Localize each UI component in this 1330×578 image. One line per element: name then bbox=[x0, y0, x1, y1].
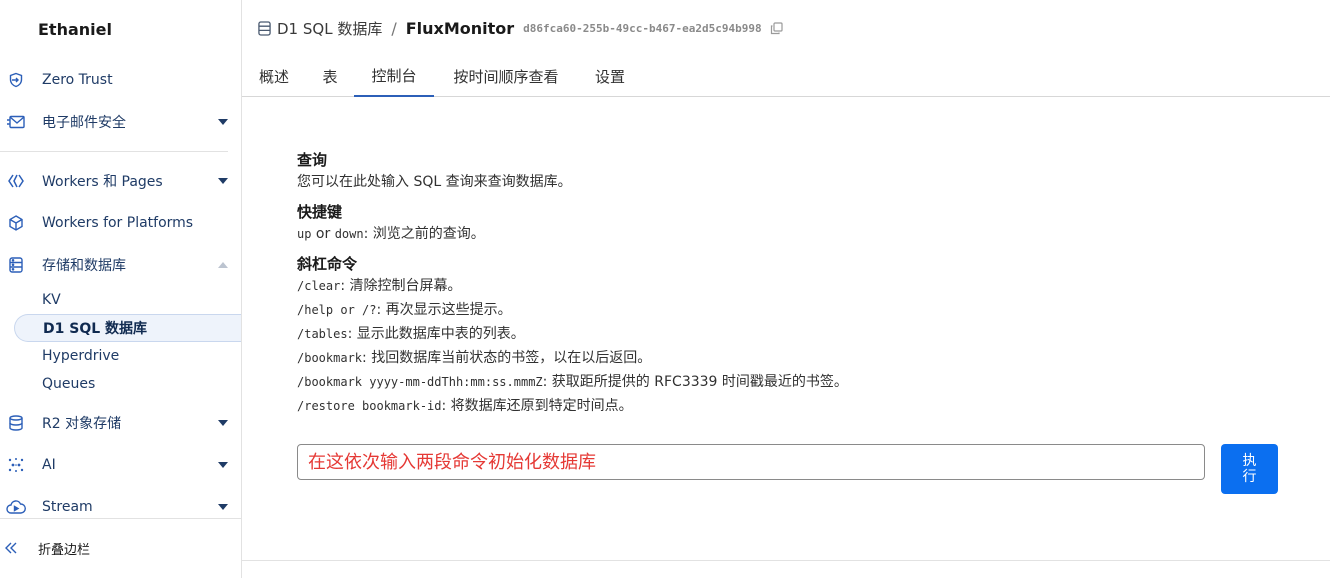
page-title: FluxMonitor bbox=[405, 18, 515, 38]
shortcut-or: or bbox=[311, 226, 335, 242]
shortcut-description: up or down: 浏览之前的查询。 bbox=[297, 222, 1277, 246]
command-desc: : 再次显示这些提示。 bbox=[376, 302, 512, 318]
breadcrumb-parent-link[interactable]: D1 SQL 数据库 bbox=[277, 18, 382, 39]
chevron-down-icon bbox=[218, 178, 228, 184]
shortcut-down: down bbox=[334, 227, 364, 241]
tab-settings[interactable]: 设置 bbox=[594, 56, 626, 97]
zero-trust-icon bbox=[6, 70, 26, 90]
sidebar-item-label: 电子邮件安全 bbox=[42, 115, 126, 131]
sidebar-item-ai[interactable]: AI bbox=[0, 447, 241, 483]
ai-sparkle-icon bbox=[6, 455, 26, 475]
tab-bar: 概述 表 控制台 按时间顺序查看 设置 bbox=[242, 56, 1330, 97]
sidebar-item-label: 存储和数据库 bbox=[42, 258, 126, 274]
copy-icon[interactable] bbox=[770, 21, 783, 35]
command-desc: : 显示此数据库中表的列表。 bbox=[347, 326, 525, 342]
run-query-button[interactable]: 执行 bbox=[1221, 444, 1278, 494]
sidebar-item-storage[interactable]: 存储和数据库 bbox=[0, 247, 241, 283]
command-desc: : 清除控制台屏幕。 bbox=[340, 278, 462, 294]
workers-icon bbox=[6, 171, 26, 191]
tab-console[interactable]: 控制台 bbox=[354, 56, 434, 97]
chevron-down-icon bbox=[218, 119, 228, 125]
sidebar-item-label: Zero Trust bbox=[42, 72, 113, 88]
sidebar: Ethaniel Zero Trust 电子邮件安全 Workers 和 Pag… bbox=[0, 0, 242, 578]
command-name: /tables bbox=[297, 327, 348, 341]
command-row: /tables: 显示此数据库中表的列表。 bbox=[297, 322, 1277, 346]
sidebar-item-workers-platforms[interactable]: Workers for Platforms bbox=[0, 205, 241, 241]
account-name[interactable]: Ethaniel bbox=[38, 20, 112, 39]
command-name: /help or /? bbox=[297, 303, 377, 317]
double-chevron-left-icon bbox=[4, 539, 18, 558]
database-icon bbox=[258, 20, 271, 36]
query-heading: 查询 bbox=[297, 151, 328, 169]
breadcrumb: D1 SQL 数据库 / FluxMonitor d86fca60-255b-4… bbox=[258, 17, 783, 39]
command-row: /bookmark: 找回数据库当前状态的书签，以在以后返回。 bbox=[297, 346, 1277, 370]
sidebar-subitem-queues[interactable]: Queues bbox=[14, 370, 241, 398]
tab-overview[interactable]: 概述 bbox=[258, 56, 290, 97]
collapse-sidebar-label: 折叠边栏 bbox=[38, 543, 91, 558]
chevron-down-icon bbox=[218, 420, 228, 426]
sidebar-item-zero-trust[interactable]: Zero Trust bbox=[0, 62, 241, 98]
shortcut-heading: 快捷键 bbox=[297, 203, 343, 221]
sidebar-item-email-security[interactable]: 电子邮件安全 bbox=[0, 104, 241, 140]
sidebar-item-r2[interactable]: R2 对象存储 bbox=[0, 405, 241, 441]
tab-tables[interactable]: 表 bbox=[321, 56, 339, 97]
sidebar-subitem-hyperdrive[interactable]: Hyperdrive bbox=[14, 342, 241, 370]
command-row: /clear: 清除控制台屏幕。 bbox=[297, 274, 1277, 298]
cube-icon bbox=[6, 213, 26, 233]
sidebar-divider bbox=[0, 151, 228, 152]
sidebar-item-label: R2 对象存储 bbox=[42, 416, 122, 432]
bucket-icon bbox=[6, 413, 26, 433]
email-icon bbox=[6, 112, 26, 132]
database-id: d86fca60-255b-49cc-b467-ea2d5c94b998 bbox=[523, 21, 762, 35]
command-desc: : 找回数据库当前状态的书签，以在以后返回。 bbox=[362, 350, 652, 366]
tab-time-travel[interactable]: 按时间顺序查看 bbox=[450, 56, 562, 97]
collapse-sidebar-button[interactable]: 折叠边栏 bbox=[0, 518, 241, 578]
breadcrumb-separator: / bbox=[391, 18, 397, 38]
command-name: /bookmark bbox=[297, 351, 363, 365]
chevron-down-icon bbox=[218, 462, 228, 468]
chevron-up-icon bbox=[218, 262, 228, 268]
sidebar-item-label: Workers for Platforms bbox=[42, 215, 194, 231]
sidebar-item-label: Stream bbox=[42, 499, 93, 515]
cloud-play-icon bbox=[6, 497, 26, 517]
sql-console-input[interactable] bbox=[297, 444, 1205, 480]
sidebar-subitem-kv[interactable]: KV bbox=[14, 286, 241, 314]
sidebar-item-label: Workers 和 Pages bbox=[42, 174, 163, 190]
sidebar-item-workers-pages[interactable]: Workers 和 Pages bbox=[0, 163, 241, 199]
command-row: /bookmark yyyy-mm-ddThh:mm:ss.mmmZ: 获取距所… bbox=[297, 370, 1277, 394]
shortcut-up: up bbox=[297, 227, 312, 241]
database-icon bbox=[6, 255, 26, 275]
command-name: /bookmark yyyy-mm-ddThh:mm:ss.mmmZ bbox=[297, 375, 543, 389]
command-name: /restore bookmark-id bbox=[297, 399, 442, 413]
sidebar-subitem-d1[interactable]: D1 SQL 数据库 bbox=[14, 314, 241, 342]
console-help: 查询 您可以在此处输入 SQL 查询来查询数据库。 快捷键 up or down… bbox=[297, 150, 1277, 418]
sidebar-item-label: AI bbox=[42, 457, 56, 473]
command-row: /restore bookmark-id: 将数据库还原到特定时间点。 bbox=[297, 394, 1277, 418]
shortcut-text: : 浏览之前的查询。 bbox=[363, 226, 485, 242]
query-description: 您可以在此处输入 SQL 查询来查询数据库。 bbox=[297, 174, 572, 190]
chevron-down-icon bbox=[218, 504, 228, 510]
content-divider bbox=[242, 560, 1330, 561]
command-desc: : 将数据库还原到特定时间点。 bbox=[441, 398, 633, 414]
slash-commands-heading: 斜杠命令 bbox=[297, 255, 358, 273]
command-row: /help or /?: 再次显示这些提示。 bbox=[297, 298, 1277, 322]
command-desc: : 获取距所提供的 RFC3339 时间戳最近的书签。 bbox=[542, 374, 848, 390]
command-name: /clear bbox=[297, 279, 341, 293]
